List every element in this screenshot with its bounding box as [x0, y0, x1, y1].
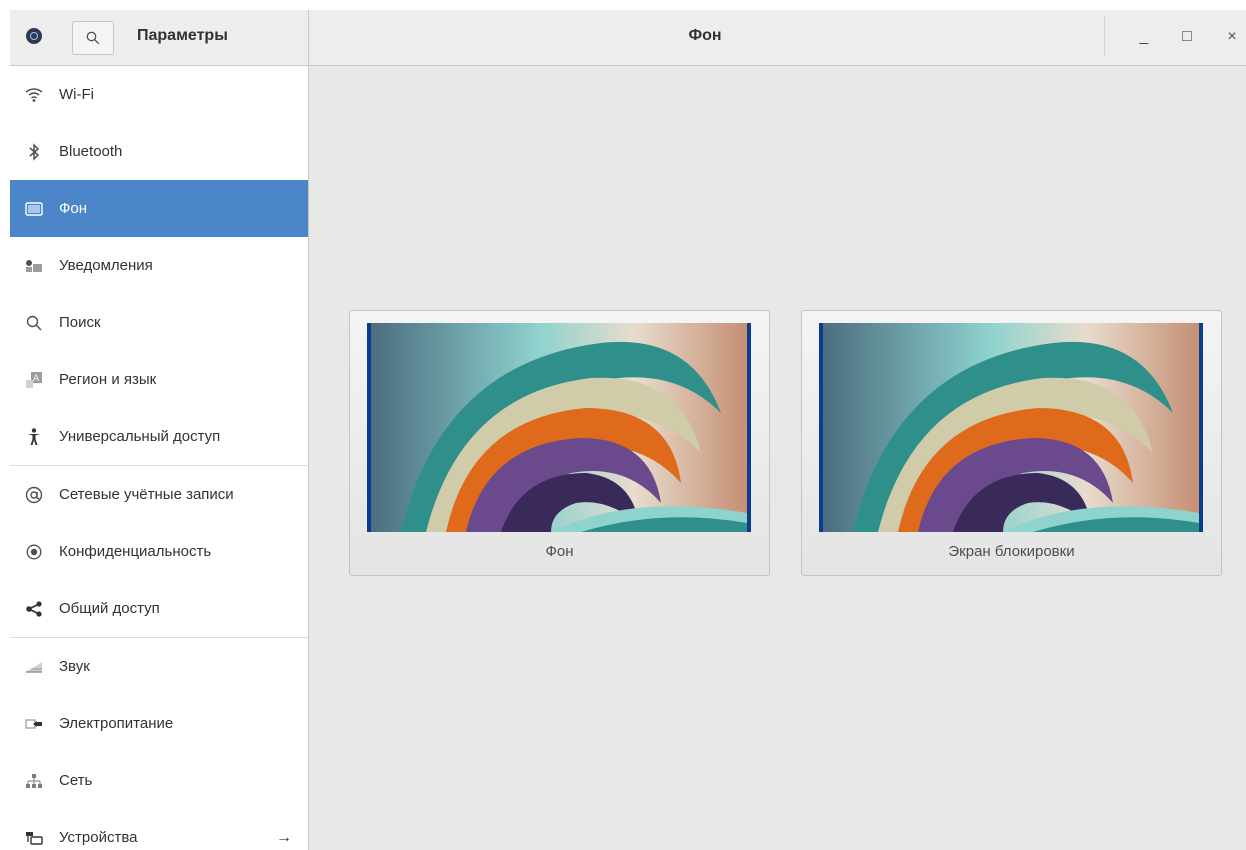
sidebar-item-label: Универсальный доступ — [59, 428, 221, 445]
header-separator — [1104, 16, 1105, 56]
sidebar-title: Параметры — [137, 27, 228, 44]
sidebar-item-label: Конфиденциальность — [59, 543, 212, 560]
maximize-button[interactable]: □ — [1175, 25, 1199, 49]
accessibility-icon — [24, 427, 44, 447]
sidebar-item-power[interactable]: Электропитание — [10, 695, 308, 752]
sidebar-item-label: Общий доступ — [59, 600, 160, 617]
sidebar-item-label: Bluetooth — [59, 143, 123, 160]
sidebar-item-label: Сеть — [59, 772, 93, 789]
sidebar-item-wifi[interactable]: Wi-Fi — [10, 66, 308, 123]
header-left: Параметры — [10, 10, 309, 65]
sidebar-item-label: Фон — [59, 200, 88, 217]
sidebar-item-devices[interactable]: Устройства → — [10, 809, 308, 850]
sidebar-item-bluetooth[interactable]: Bluetooth — [10, 123, 308, 180]
notifications-icon — [24, 256, 44, 276]
sidebar-item-online-accounts[interactable]: Сетевые учётные записи — [10, 466, 308, 523]
privacy-icon — [24, 542, 44, 562]
wifi-icon — [24, 85, 44, 105]
settings-app-icon — [26, 28, 42, 44]
sidebar-item-label: Уведомления — [59, 257, 153, 274]
sharing-icon — [24, 599, 44, 619]
background-icon — [24, 199, 44, 219]
background-preview-image — [367, 323, 751, 532]
minimize-button[interactable]: _ — [1132, 25, 1156, 49]
power-icon — [24, 714, 44, 734]
sidebar-item-search[interactable]: Поиск — [10, 294, 308, 351]
sidebar-item-label: Сетевые учётные записи — [59, 486, 234, 503]
region-language-icon: A — [24, 370, 44, 390]
search-button[interactable] — [72, 21, 114, 55]
card-label: Фон — [545, 543, 574, 560]
settings-window: Параметры Фон _ □ × Wi-Fi Bluetooth Фон — [10, 10, 1246, 850]
sound-icon — [24, 657, 44, 677]
close-button[interactable]: × — [1220, 25, 1244, 49]
sidebar-item-accessibility[interactable]: Универсальный доступ — [10, 408, 308, 465]
search-icon — [86, 31, 100, 45]
background-panel: Фон Экран блокировки — [309, 66, 1246, 850]
sidebar-item-label: Wi-Fi — [59, 86, 94, 103]
sidebar: Wi-Fi Bluetooth Фон Уведомления Поиск A … — [10, 66, 309, 850]
sidebar-item-label: Электропитание — [59, 715, 174, 732]
online-accounts-icon — [24, 485, 44, 505]
lock-screen-card[interactable]: Экран блокировки — [801, 310, 1222, 576]
background-card[interactable]: Фон — [349, 310, 770, 576]
search-icon — [24, 313, 44, 333]
arrow-right-icon: → — [276, 828, 292, 846]
sidebar-item-sharing[interactable]: Общий доступ — [10, 580, 308, 637]
sidebar-item-privacy[interactable]: Конфиденциальность — [10, 523, 308, 580]
sidebar-item-notifications[interactable]: Уведомления — [10, 237, 308, 294]
sidebar-item-network[interactable]: Сеть — [10, 752, 308, 809]
sidebar-item-background[interactable]: Фон — [10, 180, 308, 237]
header-bar: Параметры Фон _ □ × — [10, 10, 1246, 66]
sidebar-item-label: Звук — [59, 658, 90, 675]
page-title: Фон — [688, 27, 722, 44]
network-icon — [24, 771, 44, 791]
bluetooth-icon — [24, 142, 44, 162]
devices-icon — [24, 828, 44, 848]
lock-screen-preview-image — [819, 323, 1203, 532]
sidebar-item-region-language[interactable]: A Регион и язык — [10, 351, 308, 408]
card-label: Экран блокировки — [948, 543, 1075, 560]
sidebar-item-label: Регион и язык — [59, 371, 157, 388]
sidebar-item-sound[interactable]: Звук — [10, 638, 308, 695]
svg-text:A: A — [33, 374, 40, 384]
sidebar-item-label: Устройства — [59, 829, 138, 846]
sidebar-item-label: Поиск — [59, 314, 101, 331]
